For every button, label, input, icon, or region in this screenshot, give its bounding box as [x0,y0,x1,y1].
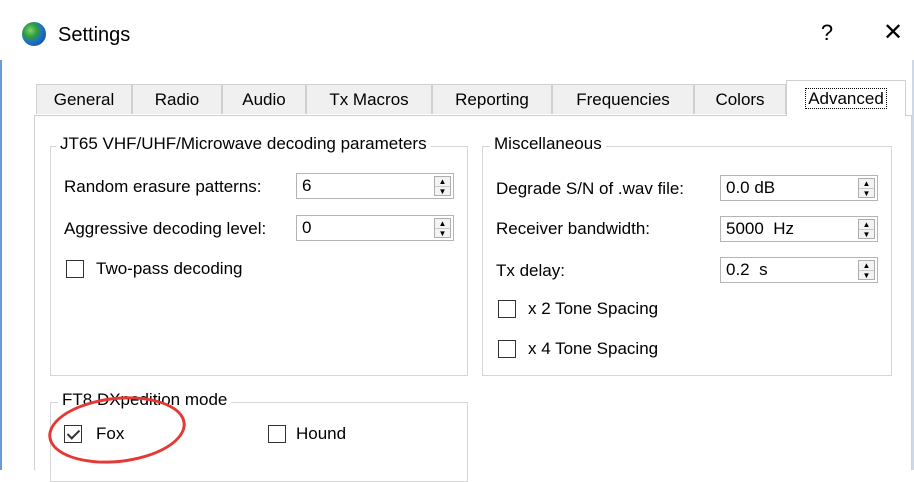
tab-reporting-label: Reporting [455,90,529,109]
tab-general-label: General [53,90,115,109]
title-bar: Settings ? ✕ [0,0,914,60]
aggressive-level-stepper[interactable]: ▲ ▼ [434,218,451,238]
spin-up-icon[interactable]: ▲ [859,179,874,188]
tab-colors[interactable]: Colors [694,84,786,114]
erasure-patterns-value: 6 [302,176,312,195]
tab-frequencies[interactable]: Frequencies [552,84,694,114]
tab-radio[interactable]: Radio [132,84,222,114]
spin-down-icon[interactable]: ▼ [859,188,874,198]
degrade-sn-label: Degrade S/N of .wav file: [496,179,685,198]
erasure-patterns-label: Random erasure patterns: [64,177,262,196]
spin-up-icon[interactable]: ▲ [859,220,874,229]
help-button[interactable]: ? [812,20,842,46]
window-left-border [0,60,2,470]
tab-advanced[interactable]: Advanced [786,80,906,116]
aggressive-level-value: 0 [302,218,312,237]
bandwidth-stepper[interactable]: ▲ ▼ [858,219,875,239]
hound-label[interactable]: Hound [296,424,346,444]
two-pass-checkbox[interactable] [66,260,84,278]
tab-advanced-label: Advanced [805,88,887,109]
bandwidth-spinbox[interactable]: 5000 Hz ▲ ▼ [720,216,878,242]
tab-reporting[interactable]: Reporting [432,84,552,114]
aggressive-level-spinbox[interactable]: 0 ▲ ▼ [296,215,454,241]
tab-frequencies-label: Frequencies [576,90,670,109]
tx-delay-stepper[interactable]: ▲ ▼ [858,260,875,280]
bandwidth-label: Receiver bandwidth: [496,219,651,238]
spin-up-icon[interactable]: ▲ [435,219,450,228]
tab-tx-macros[interactable]: Tx Macros [306,84,432,114]
tab-radio-label: Radio [154,90,200,109]
tx-delay-label: Tx delay: [496,261,565,280]
window-title: Settings [58,24,131,46]
spin-down-icon[interactable]: ▼ [859,270,874,280]
tab-audio[interactable]: Audio [222,84,306,114]
tab-audio-label: Audio [242,90,286,109]
degrade-sn-stepper[interactable]: ▲ ▼ [858,178,875,198]
hound-checkbox[interactable] [268,425,286,443]
tx-delay-value: 0.2 s [726,260,768,279]
spin-down-icon[interactable]: ▼ [435,186,450,196]
spin-up-icon[interactable]: ▲ [435,177,450,186]
erasure-patterns-stepper[interactable]: ▲ ▼ [434,176,451,196]
bandwidth-value: 5000 Hz [726,219,795,238]
app-globe-icon [22,22,46,46]
x4-tone-spacing-checkbox[interactable] [498,340,516,358]
close-button[interactable]: ✕ [878,18,908,47]
jt65-group-title: JT65 VHF/UHF/Microwave decoding paramete… [56,134,431,154]
aggressive-level-label: Aggressive decoding level: [64,219,267,238]
erasure-patterns-spinbox[interactable]: 6 ▲ ▼ [296,173,454,199]
degrade-sn-spinbox[interactable]: 0.0 dB ▲ ▼ [720,175,878,201]
misc-group-title: Miscellaneous [490,134,606,154]
spin-down-icon[interactable]: ▼ [859,229,874,239]
tab-tx-macros-label: Tx Macros [329,90,409,109]
x2-tone-spacing-label[interactable]: x 2 Tone Spacing [528,299,658,319]
spin-up-icon[interactable]: ▲ [859,261,874,270]
x4-tone-spacing-label[interactable]: x 4 Tone Spacing [528,339,658,359]
tab-colors-label: Colors [715,90,765,109]
x2-tone-spacing-checkbox[interactable] [498,300,516,318]
two-pass-label[interactable]: Two-pass decoding [96,259,242,279]
spin-down-icon[interactable]: ▼ [435,228,450,238]
tx-delay-spinbox[interactable]: 0.2 s ▲ ▼ [720,257,878,283]
degrade-sn-value: 0.0 dB [726,178,776,197]
tab-general[interactable]: General [36,84,132,114]
